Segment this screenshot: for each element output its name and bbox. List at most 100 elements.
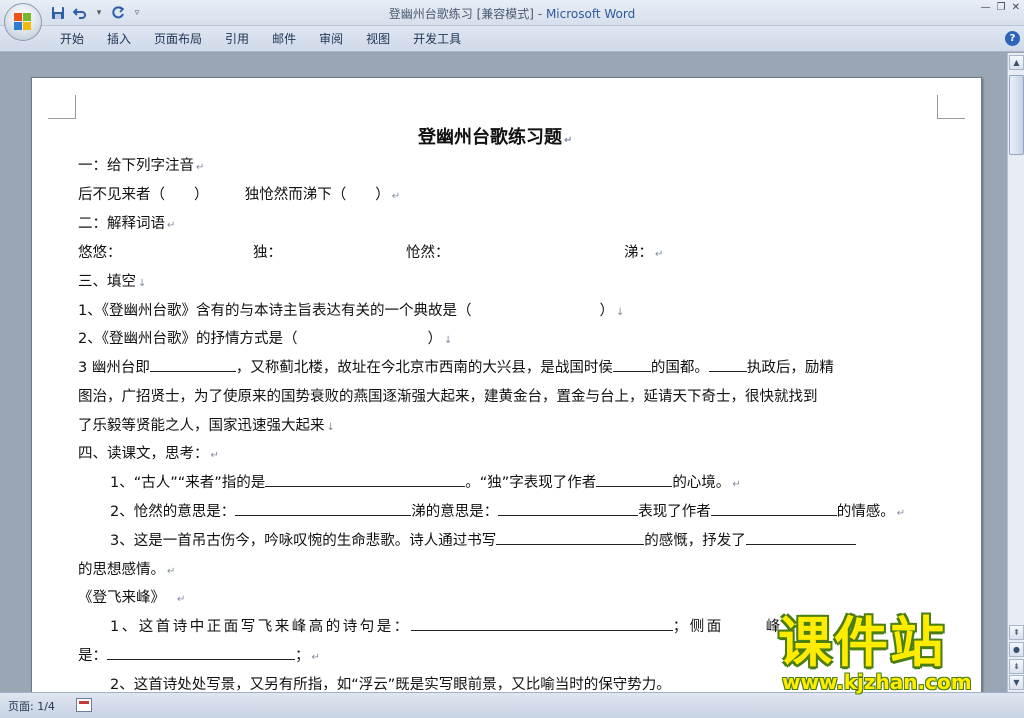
paragraph-mark: ↵ (655, 249, 664, 260)
answer-blank[interactable] (235, 501, 412, 516)
doc-text: 悠悠： (78, 245, 122, 261)
answer-blank[interactable] (710, 501, 837, 516)
paragraph-mark: ↵ (177, 594, 186, 605)
doc-line: 怆然： (406, 242, 450, 264)
doc-text: 的情感。 (836, 504, 895, 520)
tab-home[interactable]: 开始 (52, 31, 99, 47)
tab-mailings[interactable]: 邮件 (264, 31, 311, 47)
paragraph-mark: ↵ (196, 162, 205, 173)
doc-text: ） (599, 303, 614, 319)
doc-line: 悠悠： (78, 242, 122, 264)
line-break-mark: ↓ (138, 278, 147, 289)
doc-line: 后不见来者（ ） 独怆然而涕下（ ） ↵ (78, 184, 400, 206)
ribbon-tabs: 开始 插入 页面布局 引用 邮件 审阅 视图 开发工具 (52, 31, 476, 47)
doc-line: 3、这是一首吊古伤今，吟咏叹惋的生命悲歌。诗人通过书写 的感慨，抒发了 (110, 530, 856, 552)
doc-line: 了乐毅等贤能之人，国家迅速强大起来 ↓ (78, 415, 335, 437)
doc-line: 2、《登幽州台歌》的抒情方式是（ ） ↓ (78, 328, 452, 350)
doc-text: 表现了作者 (638, 504, 711, 520)
window-controls: — ❐ ✕ (981, 2, 1020, 13)
paragraph-mark: ↵ (564, 135, 573, 146)
page-indicator[interactable]: 页面: 1/4 (8, 698, 55, 714)
answer-blank[interactable] (612, 357, 651, 372)
office-button[interactable] (4, 3, 42, 41)
tab-insert[interactable]: 插入 (99, 31, 146, 47)
answer-blank[interactable] (107, 645, 295, 660)
tab-references[interactable]: 引用 (217, 31, 264, 47)
doc-line: 1、《登幽州台歌》含有的与本诗主旨表达有关的一个典故是（ ） ↓ (78, 300, 624, 322)
doc-text: 的感慨，抒发了 (644, 533, 746, 549)
paragraph-mark: ↵ (311, 652, 320, 663)
ribbon-tab-bar: 开始 插入 页面布局 引用 邮件 审阅 视图 开发工具 ? (0, 26, 1024, 52)
doc-line: 四、读课文，思考： ↵ (78, 443, 219, 465)
watermark: 课件站 www.kjzhan.com (778, 612, 1008, 695)
scrollbar-thumb[interactable] (1009, 75, 1024, 155)
doc-text: 的国都。 (650, 360, 709, 376)
doc-line: 二：解释词语 ↵ (78, 213, 175, 235)
answer-blank[interactable] (265, 472, 466, 487)
doc-text: 3、这是一首吊古伤今，吟咏叹惋的生命悲歌。诗人通过书写 (110, 533, 497, 549)
answer-blank[interactable] (496, 530, 645, 545)
answer-blank[interactable] (498, 501, 639, 516)
doc-text: 涕： (624, 245, 653, 261)
doc-text: 执政后，励精 (746, 360, 834, 376)
doc-line: 涕： ↵ (624, 242, 663, 264)
document-workspace: 登幽州台歌练习题 ↵ 一：给下列字注音 ↵ 后不见来者（ ） 独怆然而涕下（ ） ↵ … (0, 53, 1007, 717)
answer-blank[interactable] (745, 530, 856, 545)
doc-line: 三、填空 ↓ (78, 271, 146, 293)
doc-text: 2、怆然的意思是： (110, 504, 236, 520)
doc-text: 1、《登幽州台歌》含有的与本诗主旨表达有关的一个典故是（ (78, 303, 472, 319)
watermark-url: www.kjzhan.com (782, 670, 972, 694)
answer-blank[interactable] (708, 357, 747, 372)
title-bar: ▾ ▿ 登幽州台歌练习 [兼容模式] - Microsoft Word — ❐ … (0, 0, 1024, 26)
tab-review[interactable]: 审阅 (311, 31, 358, 47)
doc-text: 二：解释词语 (78, 216, 165, 232)
previous-page-icon[interactable]: ⇞ (1009, 625, 1024, 640)
doc-text: 1、“古人”“来者”指的是 (110, 475, 266, 491)
tab-developer[interactable]: 开发工具 (405, 31, 476, 47)
doc-text: 后不见来者（ ） 独怆然而涕下（ ） (78, 187, 390, 203)
doc-text: ，又称蓟北楼，故址在今北京市西南的大兴县，是战国时侯 (235, 360, 613, 376)
doc-text: 独： (253, 245, 282, 261)
doc-line: 图治，广招贤士，为了使原来的国势衰败的燕国逐渐强大起来，建黄金台，置金与台上，延… (78, 386, 818, 408)
proofing-status-icon[interactable] (76, 698, 92, 712)
doc-text: 四、读课文，思考： (78, 446, 209, 462)
doc-text: 《登飞来峰》 (78, 590, 165, 606)
doc-text: 3 幽州台即 (78, 360, 150, 376)
office-logo-icon (14, 13, 32, 31)
answer-blank[interactable] (596, 472, 673, 487)
document-title: 登幽州台歌练习题 ↵ (418, 127, 572, 149)
doc-line: 3 幽州台即 ，又称蓟北楼，故址在今北京市西南的大兴县，是战国时侯 的国都。 执政后，… (78, 357, 834, 379)
answer-blank[interactable] (149, 357, 236, 372)
doc-text: 1、这首诗中正面写飞来峰高的诗句是： (110, 619, 411, 635)
vertical-scrollbar[interactable]: ▲ ⇞ ● ⇟ ▼ (1007, 53, 1024, 692)
tab-view[interactable]: 视图 (358, 31, 405, 47)
crop-mark-top-left (48, 95, 76, 119)
restore-icon[interactable]: ❐ (997, 2, 1006, 13)
doc-line: 1、“古人”“来者”指的是 。“独”字表现了作者 的心境。 ↵ (110, 472, 741, 494)
document-title-text: 登幽州台歌练习题 (418, 127, 562, 148)
doc-text: ；侧面 (672, 619, 724, 635)
tab-page-layout[interactable]: 页面布局 (146, 31, 217, 47)
doc-text: 的思想感情。 (78, 562, 165, 578)
paragraph-mark: ↵ (210, 450, 219, 461)
next-page-icon[interactable]: ⇟ (1009, 659, 1024, 674)
close-icon[interactable]: ✕ (1012, 2, 1020, 13)
doc-text: 2、这首诗处处写景，又另有所指，如“浮云”既是实写眼前景，又比喻当时的保守势力。 (110, 677, 671, 693)
doc-text: 怆然： (406, 245, 450, 261)
scroll-up-icon[interactable]: ▲ (1009, 55, 1024, 70)
line-break-mark: ↓ (326, 422, 335, 433)
doc-line: 独： (253, 242, 282, 264)
doc-line: 的思想感情。 ↵ (78, 559, 175, 581)
paragraph-mark: ↵ (167, 566, 176, 577)
status-bar: 页面: 1/4 (0, 692, 1024, 718)
scroll-down-icon[interactable]: ▼ (1009, 675, 1024, 690)
select-browse-object-icon[interactable]: ● (1009, 642, 1024, 657)
minimize-icon[interactable]: — (981, 2, 991, 13)
app-name: Microsoft Word (545, 7, 636, 21)
paragraph-mark: ↵ (167, 220, 176, 231)
doc-text: 2、《登幽州台歌》的抒情方式是（ (78, 331, 298, 347)
answer-blank[interactable] (410, 616, 673, 631)
paragraph-mark: ↵ (896, 508, 906, 519)
help-icon[interactable]: ? (1005, 31, 1020, 46)
paragraph-mark: ↵ (732, 479, 741, 490)
